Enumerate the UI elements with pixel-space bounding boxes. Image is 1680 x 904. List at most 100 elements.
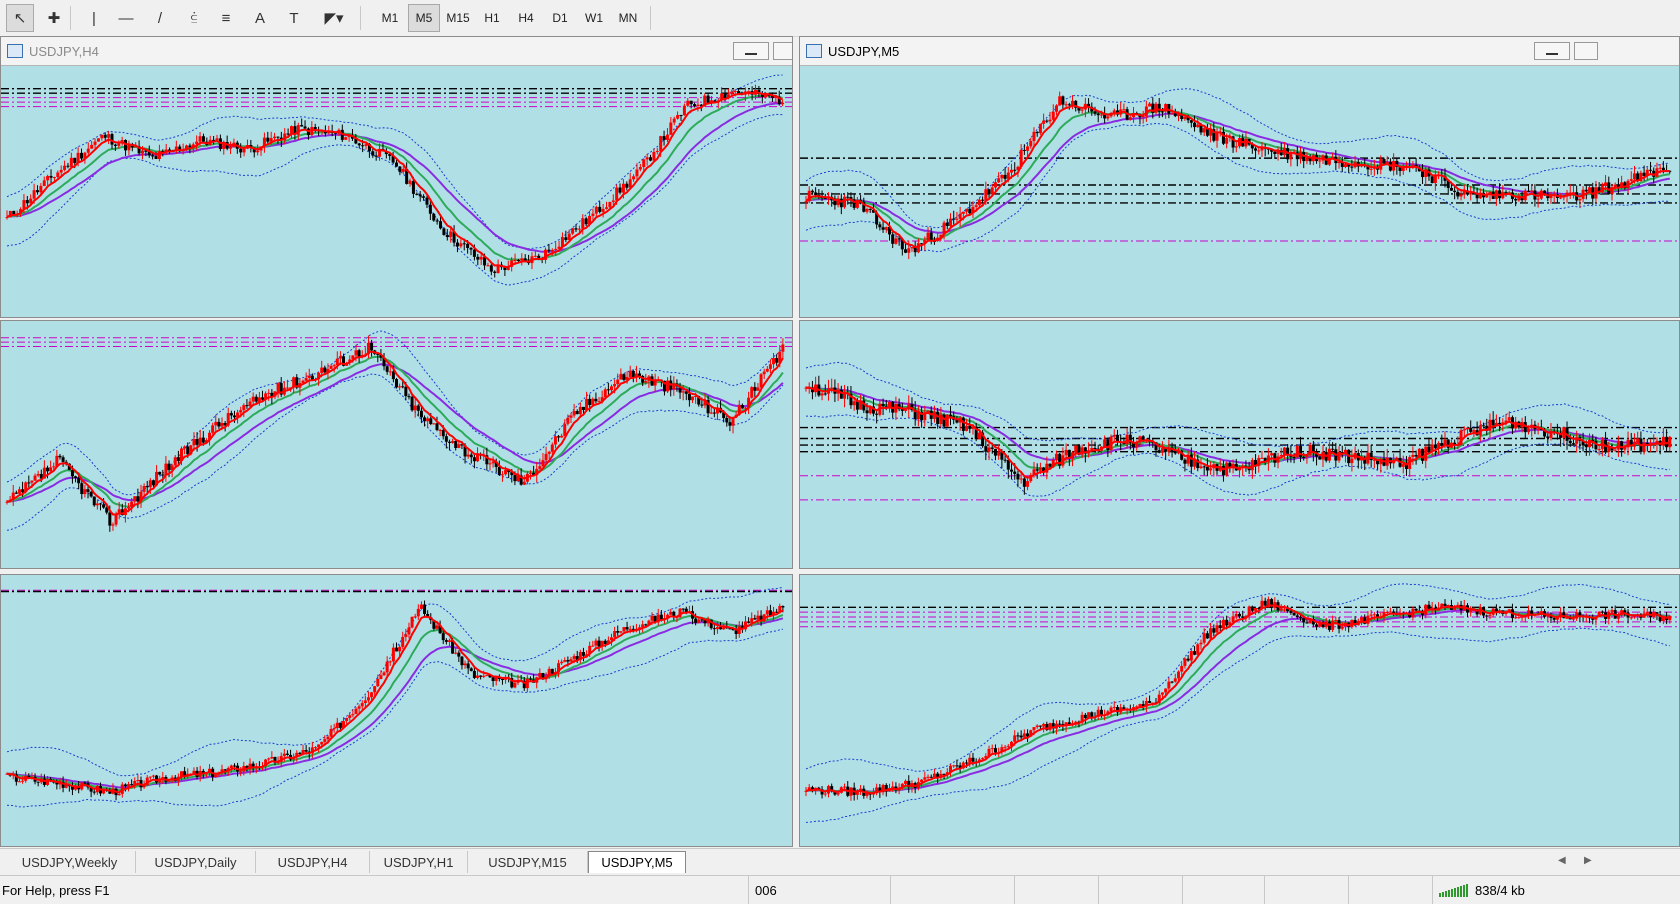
candle-body	[300, 125, 304, 127]
candle-body	[1613, 449, 1617, 451]
scroll-left-icon[interactable]: ◀	[1558, 855, 1566, 866]
candle-body	[198, 136, 202, 142]
price-chart[interactable]	[1, 321, 792, 568]
candle-body	[1629, 617, 1633, 619]
restore-button[interactable]	[773, 42, 792, 60]
price-chart[interactable]	[800, 321, 1679, 568]
candle-body	[601, 208, 605, 212]
connection-status[interactable]: 838/4 kb	[1432, 876, 1680, 904]
candle-body	[1584, 445, 1588, 448]
chart-title-bar[interactable]: USDJPY,M5	[800, 37, 1679, 66]
candle-body	[1048, 119, 1052, 122]
candle-body	[1170, 113, 1174, 115]
candle-body	[472, 249, 476, 257]
candle-body	[528, 472, 532, 474]
candle-body	[971, 757, 975, 762]
restore-button[interactable]	[1574, 42, 1598, 60]
candle-body	[173, 457, 177, 466]
candle-body	[1433, 175, 1437, 184]
scroll-right-icon[interactable]: ▶	[1584, 855, 1592, 866]
trendline-icon[interactable]: /	[146, 4, 174, 32]
candle-body	[1520, 616, 1524, 618]
candle-body	[1199, 642, 1203, 645]
price-chart[interactable]	[800, 65, 1679, 317]
chart-window-usdjpy-h4[interactable]: USDJPY,H4	[0, 36, 793, 318]
candle-body	[52, 177, 56, 179]
candle-body	[49, 175, 53, 178]
candle-body	[413, 405, 417, 411]
candle-body	[251, 396, 255, 402]
candle-body	[696, 104, 700, 107]
tab-usdjpy-m15[interactable]: USDJPY,M15	[468, 851, 588, 873]
cursor-icon[interactable]: ↖	[6, 4, 34, 32]
timeframe-h4-button[interactable]: H4	[510, 4, 542, 32]
candle-body	[1465, 427, 1469, 430]
candle-body	[1388, 611, 1392, 613]
text-label-icon[interactable]: T	[280, 4, 308, 32]
tab-usdjpy-h4[interactable]: USDJPY,H4	[256, 851, 370, 873]
candle-body	[1453, 190, 1457, 192]
candle-body	[133, 496, 137, 502]
candle-body	[211, 425, 215, 433]
timeframe-h1-button[interactable]: H1	[476, 4, 508, 32]
candle-body	[276, 383, 280, 392]
candle-body	[438, 429, 442, 431]
shapes-dropdown-icon[interactable]: ◤▾	[314, 4, 354, 32]
candle-body	[439, 221, 443, 229]
candle-body	[49, 467, 53, 472]
candle-body	[1170, 681, 1174, 683]
candle-body	[373, 686, 377, 693]
tab-usdjpy-h1[interactable]: USDJPY,H1	[370, 851, 468, 873]
candle-body	[1010, 469, 1014, 472]
timeframe-m5-button[interactable]: M5	[408, 4, 440, 32]
candle-body	[395, 379, 398, 388]
chart-title-bar[interactable]: USDJPY,H4	[1, 37, 792, 66]
candle-body	[245, 405, 249, 407]
candle-body	[476, 256, 480, 260]
tab-usdjpy-m5[interactable]: USDJPY,M5	[588, 851, 686, 873]
crosshair-icon[interactable]: ✚	[40, 4, 68, 32]
candle-body	[320, 741, 324, 745]
candle-body	[1205, 466, 1209, 471]
bollinger-upper-line	[6, 330, 784, 496]
vertical-line-icon[interactable]: |	[80, 4, 108, 32]
candle-body	[114, 514, 118, 525]
candle-body	[95, 503, 99, 506]
chart-window[interactable]	[799, 320, 1680, 569]
fibonacci-icon[interactable]: ≡	[212, 4, 240, 32]
minimize-button[interactable]	[1534, 42, 1570, 60]
timeframe-w1-button[interactable]: W1	[578, 4, 610, 32]
tab-usdjpy-daily[interactable]: USDJPY,Daily	[136, 851, 256, 873]
chart-window[interactable]	[0, 320, 793, 569]
chart-window[interactable]	[799, 574, 1680, 847]
candle-body	[610, 386, 614, 391]
moving-average-slow-line	[805, 608, 1670, 793]
candle-body	[345, 717, 349, 722]
candle-body	[619, 374, 623, 380]
timeframe-d1-button[interactable]: D1	[544, 4, 576, 32]
chart-window[interactable]	[0, 574, 793, 847]
timeframe-m15-button[interactable]: M15	[442, 4, 474, 32]
equidistant-channel-icon[interactable]: ⫃	[180, 4, 208, 32]
price-chart[interactable]	[1, 575, 792, 846]
candle-body	[881, 227, 885, 230]
timeframe-mn-button[interactable]: MN	[612, 4, 644, 32]
candle-body	[1035, 469, 1039, 471]
tab-usdjpy-weekly[interactable]: USDJPY,Weekly	[4, 851, 136, 873]
chart-window-usdjpy-m5[interactable]: USDJPY,M5	[799, 36, 1680, 318]
candle-body	[167, 463, 171, 471]
horizontal-line-icon[interactable]: —	[112, 4, 140, 32]
candle-body	[469, 668, 473, 671]
candle-body	[997, 451, 1001, 456]
candle-body	[90, 144, 94, 149]
price-chart[interactable]	[1, 65, 792, 317]
timeframe-m1-button[interactable]: M1	[374, 4, 406, 32]
text-icon[interactable]: A	[246, 4, 274, 32]
candle-body	[1051, 111, 1055, 120]
candle-body	[1559, 197, 1563, 199]
candle-body	[479, 675, 483, 677]
minimize-button[interactable]	[733, 42, 769, 60]
candle-body	[239, 771, 243, 773]
price-chart[interactable]	[800, 575, 1679, 846]
candle-body	[1234, 146, 1238, 148]
